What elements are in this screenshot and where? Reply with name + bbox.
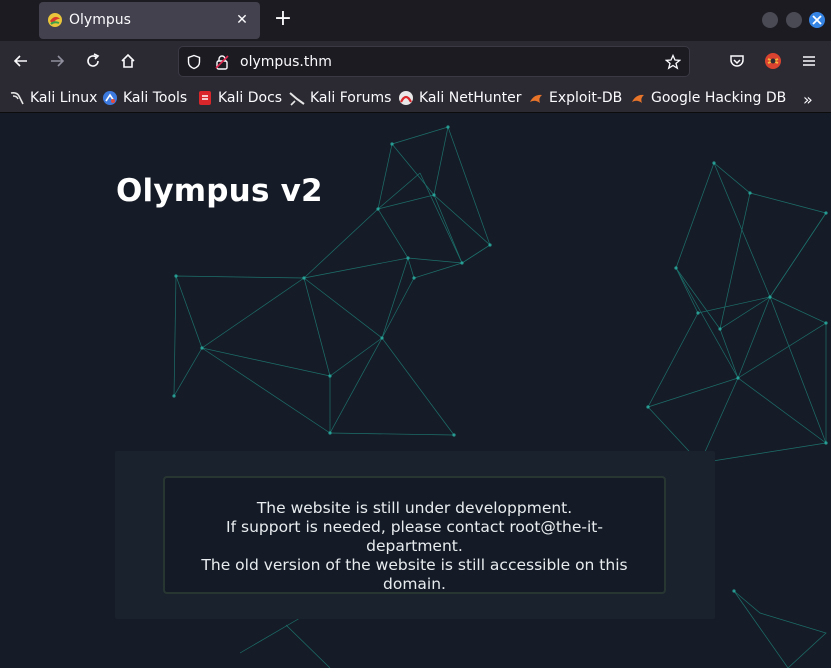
- tab-olympus[interactable]: Olympus ✕: [39, 2, 260, 39]
- window-close-button[interactable]: [809, 12, 825, 28]
- extension-icon[interactable]: [764, 52, 782, 70]
- bookmark-exploit-db[interactable]: Exploit-DB: [528, 89, 622, 107]
- notice-line-2: If support is needed, please contact roo…: [226, 518, 603, 555]
- notice-panel: The website is still under developpment.…: [115, 451, 715, 619]
- notice-line-3: The old version of the website is still …: [201, 556, 628, 593]
- notice-line-1: The website is still under developpment.: [256, 499, 573, 517]
- url-bar[interactable]: olympus.thm: [178, 46, 690, 77]
- shield-icon[interactable]: [186, 54, 202, 70]
- back-arrow-icon[interactable]: [12, 52, 30, 70]
- bookmark-star-icon[interactable]: [665, 54, 681, 70]
- menu-icon[interactable]: [800, 52, 818, 70]
- close-icon: [812, 15, 822, 25]
- insecure-lock-icon[interactable]: [214, 54, 230, 70]
- forward-arrow-icon[interactable]: [48, 52, 66, 70]
- web-page: Olympus v2 The website is still under de…: [0, 113, 831, 668]
- new-tab-button[interactable]: +: [271, 8, 295, 32]
- bookmarks-toolbar: Kali Linux Kali Tools Kali Docs Kali For…: [0, 82, 831, 113]
- kali-docs-icon: [199, 91, 211, 105]
- page-title: Olympus v2: [116, 173, 323, 209]
- bookmark-kali-tools[interactable]: Kali Tools: [102, 89, 187, 107]
- kali-tools-icon: [103, 91, 117, 105]
- home-icon[interactable]: [119, 52, 137, 70]
- notice-message-box: The website is still under developpment.…: [163, 476, 666, 594]
- kali-dragon-icon: [10, 92, 24, 105]
- bookmark-google-hacking-db[interactable]: Google Hacking DB: [630, 89, 786, 107]
- bookmark-kali-forums[interactable]: Kali Forums: [289, 89, 391, 107]
- bookmark-kali-docs[interactable]: Kali Docs: [197, 89, 282, 107]
- navigation-toolbar: olympus.thm: [0, 41, 831, 82]
- kali-forums-icon: [289, 92, 305, 106]
- tab-close-icon[interactable]: ✕: [232, 10, 252, 30]
- kali-nethunter-icon: [399, 91, 413, 105]
- reload-icon[interactable]: [84, 52, 102, 70]
- window-maximize-button[interactable]: [786, 12, 802, 28]
- ghdb-icon: [632, 94, 644, 103]
- tab-title: Olympus: [69, 12, 131, 28]
- window-minimize-button[interactable]: [762, 12, 778, 28]
- url-text[interactable]: olympus.thm: [240, 54, 332, 70]
- olympus-favicon-icon: [48, 13, 62, 27]
- bookmarks-overflow-icon[interactable]: »: [803, 90, 813, 109]
- tab-strip: Olympus ✕ +: [0, 0, 831, 41]
- bookmark-kali-linux[interactable]: Kali Linux: [9, 89, 97, 107]
- pocket-icon[interactable]: [728, 52, 746, 70]
- exploit-db-icon: [530, 94, 542, 103]
- bookmark-kali-nethunter[interactable]: Kali NetHunter: [398, 89, 521, 107]
